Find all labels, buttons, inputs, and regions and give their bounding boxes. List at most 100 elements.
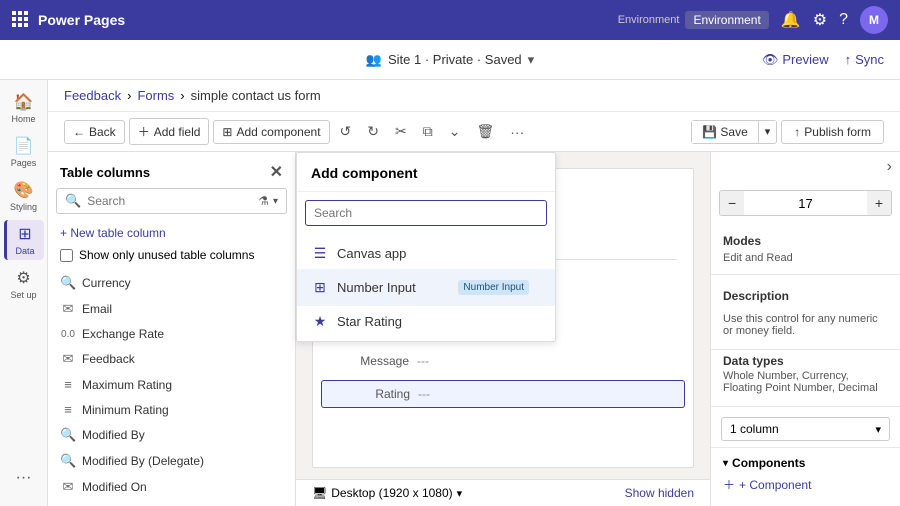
data-icon: ⊞ bbox=[18, 224, 31, 244]
columns-panel-header: Table columns ✕ bbox=[48, 152, 295, 188]
sidebar-item-home[interactable]: 🏠 Home bbox=[4, 88, 44, 128]
add-component-search-box[interactable] bbox=[305, 200, 547, 226]
show-unused-label: Show only unused table columns bbox=[79, 248, 254, 262]
settings-icon[interactable]: ⚙ bbox=[813, 10, 827, 30]
search-input[interactable] bbox=[87, 194, 252, 208]
breadcrumb-part1[interactable]: Feedback bbox=[64, 88, 121, 103]
components-section: ▾ Components ＋ + Component bbox=[711, 447, 900, 501]
column-select[interactable]: 1 column ▾ bbox=[721, 417, 890, 441]
list-item[interactable]: ✉ Feedback bbox=[48, 346, 295, 372]
add-component-btn[interactable]: ＋ + Component bbox=[723, 476, 888, 493]
star-rating-icon: ★ bbox=[311, 313, 329, 330]
copy-button[interactable]: ⧉ bbox=[417, 119, 439, 144]
column-select-chevron: ▾ bbox=[875, 423, 881, 436]
columns-search-box[interactable]: 🔍 ⚗ ▾ bbox=[56, 188, 287, 214]
breadcrumb-sep1: › bbox=[127, 88, 131, 103]
styling-icon: 🎨 bbox=[14, 180, 34, 200]
modified-by-del-icon: 🔍 bbox=[60, 453, 76, 469]
breadcrumb-current: simple contact us form bbox=[191, 88, 321, 103]
breadcrumb-part2[interactable]: Forms bbox=[137, 88, 174, 103]
number-value: 17 bbox=[744, 192, 867, 215]
increment-button[interactable]: + bbox=[867, 191, 891, 215]
undo-button[interactable]: ↺ bbox=[334, 119, 358, 144]
sidebar-item-data[interactable]: ⊞ Data bbox=[4, 220, 44, 260]
sidebar-item-setup[interactable]: ⚙ Set up bbox=[4, 264, 44, 304]
save-button[interactable]: 💾 Save bbox=[692, 121, 759, 143]
column-select-value: 1 column bbox=[730, 422, 779, 436]
collapse-button[interactable]: › bbox=[887, 158, 892, 176]
props-panel: › − 17 + Modes Edit and Read Description… bbox=[710, 152, 900, 506]
divider3 bbox=[711, 406, 900, 407]
preview-icon: 👁 bbox=[762, 52, 779, 68]
filter-button[interactable]: ⚗ ▾ bbox=[258, 194, 278, 208]
columns-panel-close[interactable]: ✕ bbox=[270, 162, 283, 182]
site-info: 👥 Site 1 · Private · Saved ▾ bbox=[366, 52, 534, 68]
list-item[interactable]: ✉ Modified On bbox=[48, 474, 295, 500]
app-name: Power Pages bbox=[38, 12, 618, 28]
canvas-app-icon: ☰ bbox=[311, 245, 329, 262]
add-comp-icon: ⊞ bbox=[222, 125, 232, 139]
field-rating-value: --- bbox=[418, 387, 430, 401]
add-component-canvas-app[interactable]: ☰ Canvas app bbox=[297, 238, 555, 269]
show-hidden-button[interactable]: Show hidden bbox=[625, 486, 694, 500]
columns-panel: Table columns ✕ 🔍 ⚗ ▾ + New table column bbox=[48, 152, 296, 506]
list-item[interactable]: 🔍 Modified By (Delegate) bbox=[48, 448, 295, 474]
sync-button[interactable]: ↑ Sync bbox=[845, 52, 884, 67]
save-icon: 💾 bbox=[702, 125, 717, 139]
back-button[interactable]: ← Back bbox=[64, 120, 125, 144]
show-unused-checkbox[interactable] bbox=[60, 249, 73, 262]
environment-name[interactable]: Environment bbox=[685, 11, 768, 29]
sidebar-item-styling[interactable]: 🎨 Styling bbox=[4, 176, 44, 216]
cut-button[interactable]: ✂ bbox=[389, 119, 413, 144]
back-icon: ← bbox=[73, 125, 85, 139]
nav-icons: 🔔 ⚙ ? M bbox=[781, 6, 888, 34]
number-input-icon: ⊞ bbox=[311, 279, 329, 296]
currency-icon: 🔍 bbox=[60, 275, 76, 291]
modes-title: Modes bbox=[723, 234, 888, 248]
add-component-title: Add component bbox=[297, 153, 555, 192]
notification-icon[interactable]: 🔔 bbox=[781, 10, 801, 30]
app-grid-icon[interactable] bbox=[12, 11, 28, 30]
filter-chevron: ▾ bbox=[273, 196, 278, 207]
add-component-button[interactable]: ⊞ Add component bbox=[213, 120, 329, 144]
sidebar-item-more[interactable]: ··· bbox=[4, 458, 44, 498]
chevron-down-button[interactable]: ⌄ bbox=[443, 119, 467, 144]
divider2 bbox=[711, 349, 900, 350]
preview-button[interactable]: 👁 Preview bbox=[762, 52, 829, 68]
add-component-search-input[interactable] bbox=[314, 206, 538, 220]
min-rating-icon: ≡ bbox=[60, 402, 76, 417]
decrement-button[interactable]: − bbox=[720, 191, 744, 215]
add-field-icon: ＋ bbox=[138, 123, 150, 140]
delete-button[interactable]: 🗑 bbox=[470, 119, 500, 144]
avatar[interactable]: M bbox=[860, 6, 888, 34]
list-item[interactable]: 0.0 Exchange Rate bbox=[48, 322, 295, 346]
redo-button[interactable]: ↻ bbox=[361, 119, 385, 144]
desktop-chevron[interactable]: ▾ bbox=[457, 487, 463, 500]
data-types-value: Whole Number, Currency, Floating Point N… bbox=[711, 370, 900, 402]
add-component-star-rating[interactable]: ★ Star Rating bbox=[297, 306, 555, 337]
publish-button[interactable]: ↑ Publish form bbox=[781, 120, 884, 144]
more-button[interactable]: ··· bbox=[504, 120, 530, 144]
description-title: Description bbox=[723, 289, 888, 303]
filter-icon: ⚗ bbox=[258, 194, 269, 208]
field-rating[interactable]: Rating --- bbox=[321, 380, 685, 408]
site-dropdown-icon[interactable]: ▾ bbox=[528, 52, 535, 68]
list-item[interactable]: ≡ Maximum Rating bbox=[48, 372, 295, 397]
exchange-rate-icon: 0.0 bbox=[60, 329, 76, 340]
list-item[interactable]: 🔍 Currency bbox=[48, 270, 295, 296]
description-value: Use this control for any numeric or mone… bbox=[711, 313, 900, 345]
columns-panel-actions: + New table column Show only unused tabl… bbox=[48, 220, 295, 270]
new-table-column-button[interactable]: + New table column bbox=[60, 224, 283, 242]
save-dropdown-button[interactable]: ▾ bbox=[759, 121, 777, 142]
pages-icon: 📄 bbox=[14, 136, 34, 156]
add-component-number-input[interactable]: ⊞ Number Input Number Input bbox=[297, 269, 555, 306]
list-item[interactable]: 0.0 Normalized Rating bbox=[48, 500, 295, 506]
list-item[interactable]: ≡ Minimum Rating bbox=[48, 397, 295, 422]
sync-icon: ↑ bbox=[845, 52, 852, 67]
modified-on-icon: ✉ bbox=[60, 479, 76, 495]
add-field-button[interactable]: ＋ Add field bbox=[129, 118, 210, 145]
list-item[interactable]: 🔍 Modified By bbox=[48, 422, 295, 448]
sidebar-item-pages[interactable]: 📄 Pages bbox=[4, 132, 44, 172]
help-icon[interactable]: ? bbox=[839, 11, 848, 29]
list-item[interactable]: ✉ Email bbox=[48, 296, 295, 322]
